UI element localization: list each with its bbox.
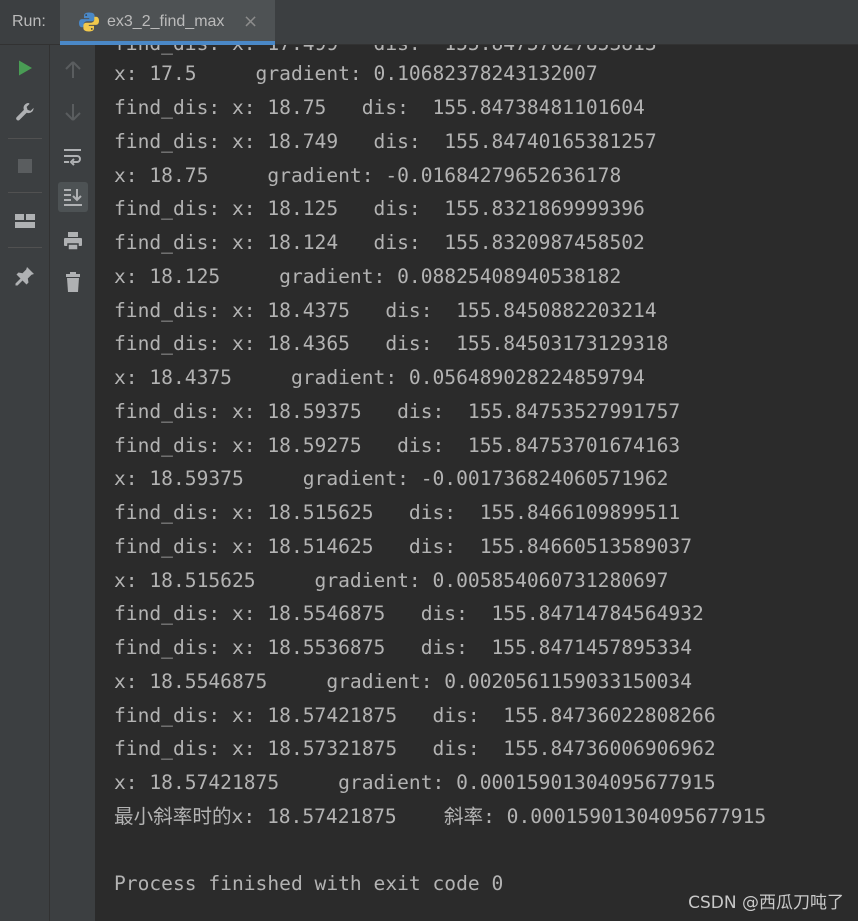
console-line: find_dis: x: 18.125 dis: 155.83218699993…: [114, 197, 645, 220]
watermark: CSDN @西瓜刀吨了: [688, 893, 844, 913]
console-line: find_dis: x: 18.4365 dis: 155.8450317312…: [114, 332, 669, 355]
layout-icon: [15, 214, 35, 228]
console-line: find_dis: x: 18.57321875 dis: 155.847360…: [114, 737, 716, 760]
console-line-exit: Process finished with exit code 0: [114, 872, 504, 895]
console-line: x: 17.5 gradient: 0.10682378243132007: [114, 62, 598, 85]
console-line: find_dis: x: 18.59375 dis: 155.847535279…: [114, 400, 681, 423]
run-toolbar-secondary: [50, 45, 96, 921]
console-line: find_dis: x: 18.4375 dis: 155.8450882203…: [114, 299, 657, 322]
run-toolwindow-header: Run: ex3_2_find_max ×: [0, 0, 858, 45]
rerun-button[interactable]: [10, 53, 40, 83]
layout-button[interactable]: [10, 206, 40, 236]
console-line: x: 18.75 gradient: -0.01684279652636178: [114, 164, 622, 187]
clear-all-button[interactable]: [58, 267, 88, 297]
console-line: find_dis: x: 18.57421875 dis: 155.847360…: [114, 704, 716, 727]
arrow-up-icon: [65, 61, 81, 78]
console-line: find_dis: x: 18.5546875 dis: 155.8471478…: [114, 602, 704, 625]
tab-title: ex3_2_find_max: [107, 13, 225, 30]
console-line: x: 18.57421875 gradient: 0.0001590130409…: [114, 771, 716, 794]
python-icon: [78, 11, 100, 33]
print-button[interactable]: [58, 226, 88, 256]
console-line: x: 18.59375 gradient: -0.001736824060571…: [114, 467, 669, 490]
console-line: x: 18.5546875 gradient: 0.00205611590331…: [114, 670, 693, 693]
console-line: find_dis: x: 18.515625 dis: 155.84661098…: [114, 501, 681, 524]
previous-occurrence-button[interactable]: [58, 55, 88, 85]
soft-wrap-icon: [64, 149, 81, 166]
console-line: find_dis: x: 18.5536875 dis: 155.8471457…: [114, 636, 693, 659]
console-line: find_dis: x: 18.514625 dis: 155.84660513…: [114, 535, 693, 558]
next-occurrence-button[interactable]: [58, 97, 88, 127]
run-label: Run:: [12, 13, 46, 30]
console-line: x: 18.125 gradient: 0.08825408940538182: [114, 265, 622, 288]
console-line: find_dis: x: 17.499 dis: 155.84757627853…: [114, 45, 657, 59]
arrow-down-icon: [65, 104, 81, 121]
console-line: 最小斜率时的x: 18.57421875 斜率: 0.0001590130409…: [114, 805, 767, 828]
console-line: x: 18.4375 gradient: 0.05648902822485979…: [114, 366, 645, 389]
console-line: find_dis: x: 18.749 dis: 155.84740165381…: [114, 130, 657, 153]
console-line: find_dis: x: 18.75 dis: 155.847384811016…: [114, 96, 645, 119]
stop-icon: [18, 159, 32, 173]
stop-button[interactable]: [10, 151, 40, 181]
pin-icon: [15, 267, 34, 286]
run-tab-ex3-2-find-max[interactable]: ex3_2_find_max ×: [60, 0, 275, 45]
console-line: find_dis: x: 18.124 dis: 155.83209874585…: [114, 231, 645, 254]
scroll-to-end-icon: [64, 189, 82, 206]
run-toolbar-primary: [0, 45, 50, 921]
toolbar-separator: [8, 138, 42, 139]
wrench-icon: [16, 103, 34, 121]
console-line: x: 18.515625 gradient: 0.005854060731280…: [114, 569, 669, 592]
soft-wrap-button[interactable]: [58, 141, 88, 171]
toolbar-separator: [8, 247, 42, 248]
scroll-to-end-button[interactable]: [58, 182, 88, 212]
console-line: find_dis: x: 18.59275 dis: 155.847537016…: [114, 434, 681, 457]
close-icon[interactable]: ×: [243, 11, 258, 32]
toolbar-separator: [8, 192, 42, 193]
console-output[interactable]: find_dis: x: 17.499 dis: 155.84757627853…: [96, 45, 858, 921]
settings-button[interactable]: [10, 97, 40, 127]
play-icon: [19, 60, 32, 76]
pin-tab-button[interactable]: [10, 261, 40, 291]
print-icon: [64, 232, 82, 251]
trash-icon: [66, 272, 80, 292]
